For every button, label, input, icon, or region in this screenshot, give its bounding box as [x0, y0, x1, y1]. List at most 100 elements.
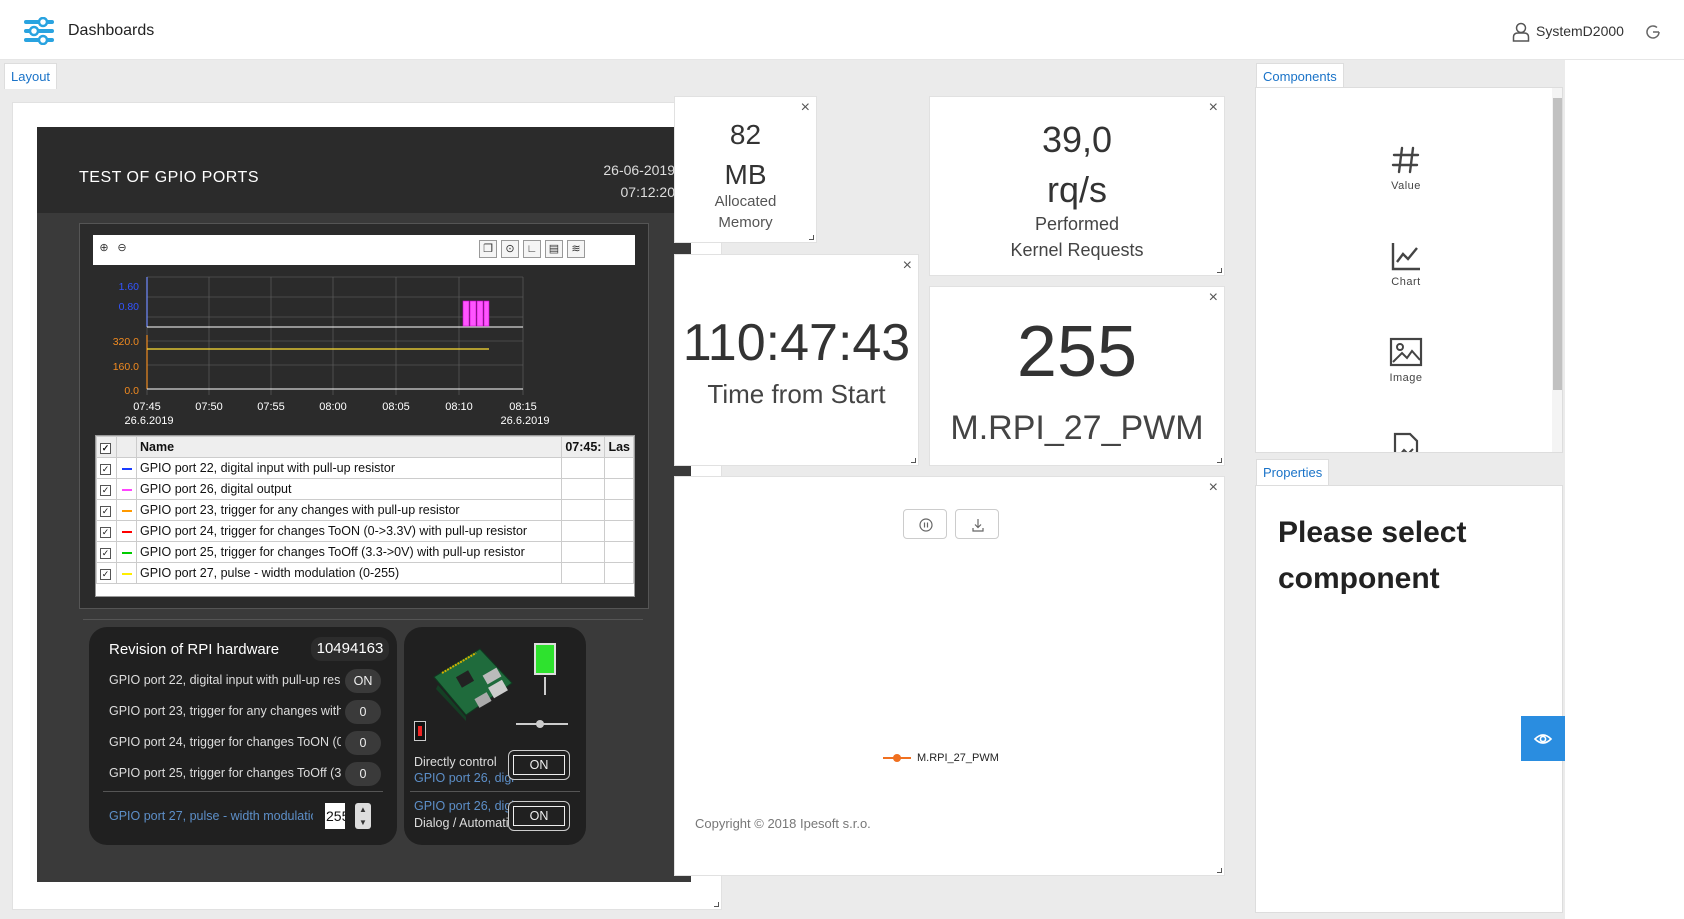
x-tick: 07:50	[195, 401, 223, 413]
series-value	[561, 520, 606, 542]
checkbox[interactable]: ✓	[100, 464, 111, 475]
zoom-in-icon[interactable]: ⊕	[95, 240, 113, 258]
sidebar-panel: Components Value Chart Image Properties …	[1253, 60, 1565, 919]
kernel-label: Performed Kernel Requests	[930, 211, 1224, 263]
user-name[interactable]: SystemD2000	[1536, 23, 1624, 39]
layout-tab[interactable]: Layout	[4, 63, 58, 89]
dashboard-menu-icon[interactable]	[24, 17, 54, 45]
eye-icon	[1533, 734, 1553, 744]
gpio-trend-chart: ⊕ ⊖ ❐ ⊙ ∟ ▤ ≋ 1.60 0.80 320.0 160.0 0.0 …	[79, 223, 649, 609]
port26-bars	[462, 300, 490, 327]
close-icon[interactable]: ×	[903, 257, 912, 275]
memory-widget[interactable]: × 82 MB Allocated Memory	[674, 96, 817, 243]
control-panel: Directly control GPIO port 26, digital o…	[404, 627, 586, 845]
checkbox[interactable]: ✓	[100, 548, 111, 559]
legend-row[interactable]: ✓ GPIO port 22, digital input with pull-u…	[96, 457, 634, 479]
properties-tab[interactable]: Properties	[1256, 459, 1330, 485]
panel-icon[interactable]: ▤	[545, 240, 563, 258]
checkbox[interactable]: ✓	[100, 527, 111, 538]
component-chart[interactable]: Chart	[1366, 240, 1446, 288]
gpio-title: TEST OF GPIO PORTS	[79, 169, 259, 186]
graph-icon[interactable]: ≋	[567, 240, 585, 258]
series-value	[561, 499, 606, 521]
resize-handle[interactable]	[809, 235, 814, 240]
resize-handle[interactable]	[714, 902, 719, 907]
trend-legend[interactable]: M.RPI_27_PWM	[883, 752, 999, 764]
uptime-widget[interactable]: × 110:47:43 Time from Start	[674, 254, 919, 466]
port-22-label: GPIO port 22, digital input with pull-up…	[109, 673, 341, 687]
component-file[interactable]	[1366, 432, 1446, 452]
pwm-widget[interactable]: × 255 M.RPI_27_PWM	[929, 286, 1225, 466]
y-tick: 320.0	[113, 336, 139, 348]
direct-control-sub: GPIO port 26, digital output	[414, 771, 514, 785]
legend-row[interactable]: ✓ GPIO port 27, pulse - width modulation …	[96, 562, 634, 584]
x-tick: 08:10	[445, 401, 473, 413]
legend-row[interactable]: ✓ GPIO port 24, trigger for changes ToON …	[96, 520, 634, 542]
target-icon[interactable]: ⊙	[501, 240, 519, 258]
legend-row[interactable]: ✓ GPIO port 25, trigger for changes ToOff…	[96, 541, 634, 563]
x-date-left: 26.6.2019	[125, 415, 174, 427]
legend-row[interactable]: ✓ GPIO port 26, digital output	[96, 478, 634, 500]
series-value	[561, 562, 606, 584]
checkbox[interactable]: ✓	[100, 485, 111, 496]
series-last	[604, 562, 634, 584]
divider	[83, 619, 643, 620]
direct-on-button[interactable]: ON	[508, 750, 570, 780]
port-25-label: GPIO port 25, trigger for changes ToOff …	[109, 766, 341, 780]
series-name: GPIO port 25, trigger for changes ToOff …	[135, 541, 563, 563]
direct-control-label: Directly control	[414, 755, 497, 769]
dialog-on-button[interactable]: ON	[508, 801, 570, 831]
pause-icon	[919, 518, 933, 532]
col-name[interactable]: Name	[135, 436, 563, 458]
close-icon[interactable]: ×	[1209, 289, 1218, 307]
col-last[interactable]: Las	[604, 436, 634, 458]
resize-handle[interactable]	[1217, 268, 1222, 273]
col-time[interactable]: 07:45:	[561, 436, 606, 458]
resize-handle[interactable]	[1217, 458, 1222, 463]
resize-handle[interactable]	[911, 458, 916, 463]
top-bar: Dashboards SystemD2000	[0, 0, 1684, 60]
preview-button[interactable]	[1521, 716, 1565, 761]
checkbox[interactable]: ✓	[100, 443, 111, 454]
legend-row[interactable]: ✓ GPIO port 23, trigger for any changes w…	[96, 499, 634, 521]
image-icon	[1389, 337, 1423, 367]
copy-icon[interactable]: ❐	[479, 240, 497, 258]
component-image[interactable]: Image	[1366, 336, 1446, 384]
series-name: GPIO port 23, trigger for any changes wi…	[135, 499, 563, 521]
divider	[103, 791, 383, 792]
properties-message: Please select component	[1278, 516, 1467, 595]
kernel-requests-widget[interactable]: × 39,0 rq/s Performed Kernel Requests	[929, 96, 1225, 276]
pwm-stepper[interactable]: ▲ ▼	[355, 803, 371, 829]
components-scrollbar[interactable]	[1552, 88, 1562, 452]
kernel-label-line1: Performed	[1034, 214, 1120, 234]
port-23-label: GPIO port 23, trigger for any changes wi…	[109, 704, 341, 718]
x-tick: 08:15	[509, 401, 537, 413]
gpio-widget[interactable]: × TEST OF GPIO PORTS 26-06-2019 07:12:20…	[12, 102, 722, 910]
legend-table: ✓ Name 07:45: Las ✓ GPIO port 22, digital…	[95, 435, 635, 597]
download-icon	[972, 519, 984, 532]
gpio-panel: TEST OF GPIO PORTS 26-06-2019 07:12:20 ⊕…	[37, 127, 691, 882]
y-tick: 0.80	[119, 301, 140, 313]
checkbox[interactable]: ✓	[100, 569, 111, 580]
axis-icon[interactable]: ∟	[523, 240, 541, 258]
series-last	[604, 499, 634, 521]
component-label: Value	[1391, 180, 1421, 192]
component-value[interactable]: Value	[1366, 144, 1446, 192]
direct-on-label: ON	[513, 755, 565, 775]
scroll-thumb[interactable]	[1553, 98, 1562, 390]
component-label: Chart	[1391, 276, 1421, 288]
resize-handle[interactable]	[1217, 868, 1222, 873]
zoom-out-icon[interactable]: ⊖	[113, 240, 131, 258]
switch-knob[interactable]	[536, 720, 544, 728]
pause-button[interactable]	[903, 509, 947, 539]
series-name: GPIO port 27, pulse - width modulation (…	[135, 562, 563, 584]
components-tab[interactable]: Components	[1256, 63, 1344, 89]
checkbox[interactable]: ✓	[100, 506, 111, 517]
logout-icon[interactable]	[1645, 24, 1661, 40]
series-last	[604, 520, 634, 542]
pwm-input[interactable]: 255	[325, 803, 345, 829]
user-icon[interactable]	[1512, 22, 1530, 42]
close-icon[interactable]: ×	[1209, 479, 1218, 497]
page-margin	[1565, 60, 1684, 919]
download-button[interactable]	[955, 509, 999, 539]
